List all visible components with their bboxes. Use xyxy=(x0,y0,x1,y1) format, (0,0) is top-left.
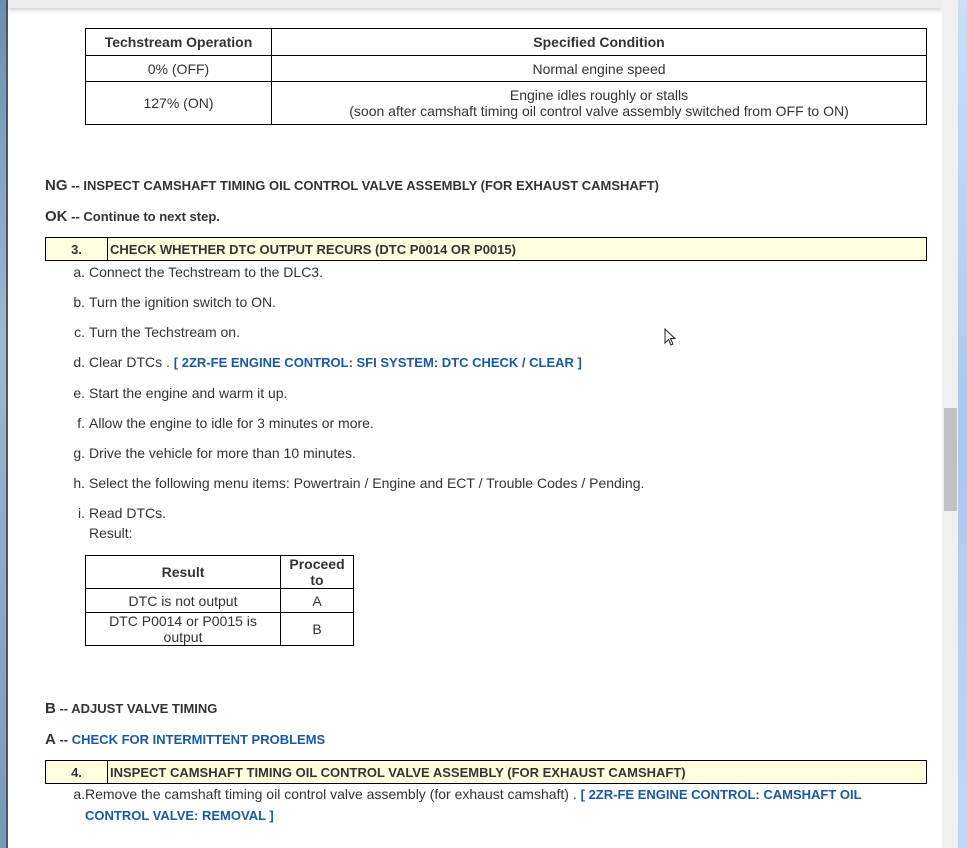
item-text: Connect the Techstream to the DLC3. xyxy=(89,264,323,280)
cell-line: Engine idles roughly or stalls xyxy=(509,87,689,103)
item-marker: i. xyxy=(78,505,85,521)
list-item: d. Clear DTCs . [ 2ZR-FE ENGINE CONTROL: … xyxy=(70,352,927,373)
ok-result: OK -- Continue to next step. xyxy=(45,208,927,225)
list-item: f. Allow the engine to idle for 3 minutes… xyxy=(70,413,927,433)
ok-text: Continue to next step. xyxy=(83,209,220,224)
mouse-cursor-icon xyxy=(664,328,677,346)
result-table: Result Proceed to DTC is not output A DTC … xyxy=(85,555,354,646)
cell: DTC P0014 or P0015 is output xyxy=(85,612,281,646)
step-title: CHECK WHETHER DTC OUTPUT RECURS (DTC P00… xyxy=(110,241,516,257)
sep: -- xyxy=(55,701,72,716)
column-header: Proceed to xyxy=(280,555,354,589)
techstream-condition-table: Techstream Operation Specified Condition … xyxy=(85,28,927,125)
header-bar xyxy=(8,0,942,8)
scrollbar-thumb[interactable] xyxy=(944,408,957,511)
list-item: h. Select the following menu items: Power… xyxy=(70,473,927,493)
item-marker: h. xyxy=(73,475,85,491)
removal-link-cont[interactable]: CONTROL VALVE: REMOVAL ] xyxy=(85,808,274,823)
cell: 0% (OFF) xyxy=(85,55,272,82)
item-marker: c. xyxy=(74,324,85,340)
step-3-header: 3. CHECK WHETHER DTC OUTPUT RECURS (DTC P… xyxy=(45,237,927,261)
item-text: Turn the Techstream on. xyxy=(89,324,240,340)
table-row: DTC is not output A xyxy=(85,588,354,613)
ok-key: OK xyxy=(45,208,68,225)
item-text: Read DTCs. xyxy=(89,505,167,521)
item-text: Turn the ignition switch to ON. xyxy=(89,294,277,310)
list-item: b. Turn the ignition switch to ON. xyxy=(70,292,927,312)
item-text: Drive the vehicle for more than 10 minut… xyxy=(89,445,356,461)
window-left-edge xyxy=(0,0,8,848)
ng-result: NG -- INSPECT CAMSHAFT TIMING OIL CONTRO… xyxy=(45,177,927,194)
sep: -- xyxy=(55,732,72,747)
a-result: A -- CHECK FOR INTERMITTENT PROBLEMS xyxy=(45,731,927,748)
step-3-list: a. Connect the Techstream to the DLC3. b. T… xyxy=(45,262,927,543)
list-item: e. Start the engine and warm it up. xyxy=(70,383,927,403)
list-item: c. Turn the Techstream on. xyxy=(70,322,927,342)
column-header: Specified Condition xyxy=(271,28,927,56)
table-row: 0% (OFF) Normal engine speed xyxy=(85,55,927,82)
item-text: Start the engine and warm it up. xyxy=(89,385,288,401)
cell: 127% (ON) xyxy=(85,81,272,125)
cell: Normal engine speed xyxy=(271,55,927,82)
b-key: B xyxy=(45,700,56,717)
document-content: Techstream Operation Specified Condition … xyxy=(45,28,927,826)
item-text: Allow the engine to idle for 3 minutes o… xyxy=(89,415,374,431)
list-item: a. Connect the Techstream to the DLC3. xyxy=(70,262,927,282)
list-item: a. Remove the camshaft timing oil control… xyxy=(70,784,927,826)
b-result: B -- ADJUST VALVE TIMING xyxy=(45,700,927,717)
item-text: Remove the camshaft timing oil control v… xyxy=(85,786,581,802)
item-marker: a. xyxy=(73,786,85,802)
table-row: 127% (ON) Engine idles roughly or stalls(… xyxy=(85,81,927,125)
removal-link[interactable]: [ 2ZR-FE ENGINE CONTROL: CAMSHAFT OIL xyxy=(581,787,862,802)
table-row: DTC P0014 or P0015 is output B xyxy=(85,612,354,646)
intermittent-problems-link[interactable]: CHECK FOR INTERMITTENT PROBLEMS xyxy=(72,732,326,747)
ng-text: INSPECT CAMSHAFT TIMING OIL CONTROL VALV… xyxy=(83,178,660,193)
item-text: Clear DTCs . xyxy=(89,354,174,370)
item-marker: b. xyxy=(73,294,85,310)
item-text: Select the following menu items: Powertr… xyxy=(89,475,645,491)
item-marker: e. xyxy=(73,385,85,401)
cell: B xyxy=(280,612,354,646)
dtc-check-clear-link[interactable]: [ 2ZR-FE ENGINE CONTROL: SFI SYSTEM: DTC… xyxy=(174,355,582,370)
item-marker: g. xyxy=(73,445,85,461)
cell: A xyxy=(280,588,354,613)
cell: DTC is not output xyxy=(85,588,281,613)
sep: -- xyxy=(67,178,84,193)
step-4-header: 4. INSPECT CAMSHAFT TIMING OIL CONTROL VA… xyxy=(45,760,927,784)
step-number: 3. xyxy=(46,238,108,260)
list-item: g. Drive the vehicle for more than 10 min… xyxy=(70,443,927,463)
cell-line: (soon after camshaft timing oil control … xyxy=(349,103,849,119)
sep: -- xyxy=(67,209,84,224)
ng-key: NG xyxy=(45,177,68,194)
window-right-edge xyxy=(958,0,967,848)
column-header: Techstream Operation xyxy=(85,28,272,56)
column-header: Result xyxy=(85,555,281,589)
step-title: INSPECT CAMSHAFT TIMING OIL CONTROL VALV… xyxy=(110,764,686,780)
item-marker: d. xyxy=(73,354,85,370)
item-marker: a. xyxy=(73,264,85,280)
step-number: 4. xyxy=(46,761,108,783)
list-item: i. Read DTCs. Result: xyxy=(70,503,927,543)
cell: Engine idles roughly or stalls (soon afte… xyxy=(271,81,927,125)
a-key: A xyxy=(45,731,56,748)
item-marker: f. xyxy=(77,415,85,431)
b-text: ADJUST VALVE TIMING xyxy=(71,701,218,716)
item-subtext: Result: xyxy=(89,525,133,541)
